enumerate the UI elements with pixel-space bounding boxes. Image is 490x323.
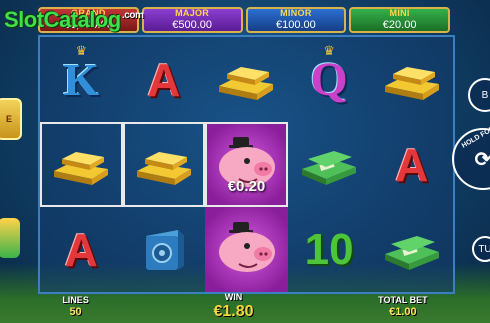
symbol-k: K xyxy=(63,54,100,105)
turbo-button-label: TU xyxy=(478,243,490,255)
watermark-text: SlotCatalog xyxy=(4,7,121,32)
reel-cell-10: 10 xyxy=(288,207,371,292)
reel-cell-piggy xyxy=(205,207,288,292)
reel-grid: ♛ K A ♛ Q €0.20 A A 10 xyxy=(38,35,455,294)
win-display: WIN €1.80 xyxy=(213,292,254,321)
jackpot-mini-value: €20.00 xyxy=(382,19,417,31)
total-bet-label: TOTAL BET xyxy=(378,295,428,305)
cash-stack-icon xyxy=(384,235,439,270)
gold-bars-icon xyxy=(54,151,109,185)
reel-cell-k: ♛ K xyxy=(40,37,123,122)
total-bet-display: TOTAL BET €1.00 xyxy=(378,295,428,318)
win-label: WIN xyxy=(224,292,243,303)
reel-cell-cash xyxy=(370,207,453,292)
reel-cell-piggy-win: €0.20 xyxy=(205,122,288,207)
info-bar: LINES 50 WIN €1.80 TOTAL BET €1.00 xyxy=(0,291,490,323)
gold-bars-icon xyxy=(219,66,274,100)
gold-bars-icon xyxy=(136,151,191,185)
jackpot-major: MAJOR €500.00 xyxy=(141,7,243,33)
spin-arrows-icon: ⟳ xyxy=(474,148,490,171)
reel-cell-safe xyxy=(123,207,206,292)
lines-label: LINES xyxy=(62,295,89,305)
reel-cell-gold-win xyxy=(122,122,206,207)
piggy-bank-icon xyxy=(219,221,276,272)
gold-bars-icon xyxy=(384,66,439,100)
symbol-q: Q xyxy=(310,53,348,106)
lines-display: LINES 50 xyxy=(62,295,89,318)
reel-cell-gold xyxy=(370,37,453,122)
symbol-a: A xyxy=(64,223,98,276)
reel-cell-q: ♛ Q xyxy=(288,37,371,122)
jackpot-minor: MINOR €100.00 xyxy=(245,7,347,33)
bet-button-label: B xyxy=(481,89,489,101)
reel-cell-a: A xyxy=(40,207,123,292)
watermark-suffix: .com xyxy=(122,10,144,21)
symbol-a: A xyxy=(395,138,429,191)
crown-icon: ♛ xyxy=(75,43,88,58)
jackpot-mini: MINI €20.00 xyxy=(349,7,450,33)
lines-value: 50 xyxy=(69,305,82,318)
jackpot-major-value: €500.00 xyxy=(172,19,212,31)
bonus-badge[interactable] xyxy=(0,218,20,258)
reel-cell-a: A xyxy=(123,37,206,122)
cash-stack-icon xyxy=(302,150,357,185)
safe-icon xyxy=(145,229,184,270)
symbol-a: A xyxy=(147,53,181,106)
jackpot-mini-title: MINI xyxy=(389,8,410,18)
jackpot-minor-title: MINOR xyxy=(280,8,312,18)
reel-cell-cash xyxy=(288,122,371,207)
reel-cell-gold-win xyxy=(40,122,123,207)
crown-icon: ♛ xyxy=(323,43,335,58)
watermark-logo: SlotCatalog .com xyxy=(4,7,144,33)
reel-cell-gold xyxy=(205,37,288,122)
jackpot-minor-value: €100.00 xyxy=(275,19,316,31)
symbol-10: 10 xyxy=(304,224,354,274)
piggy-value: €0.20 xyxy=(227,178,266,195)
total-bet-value: €1.00 xyxy=(389,305,417,318)
reel-cell-a: A xyxy=(370,122,453,207)
feature-badge-label: E xyxy=(5,114,12,124)
win-value: €1.80 xyxy=(213,303,254,321)
feature-badge[interactable]: E xyxy=(0,98,22,140)
jackpot-major-title: MAJOR xyxy=(175,8,210,18)
